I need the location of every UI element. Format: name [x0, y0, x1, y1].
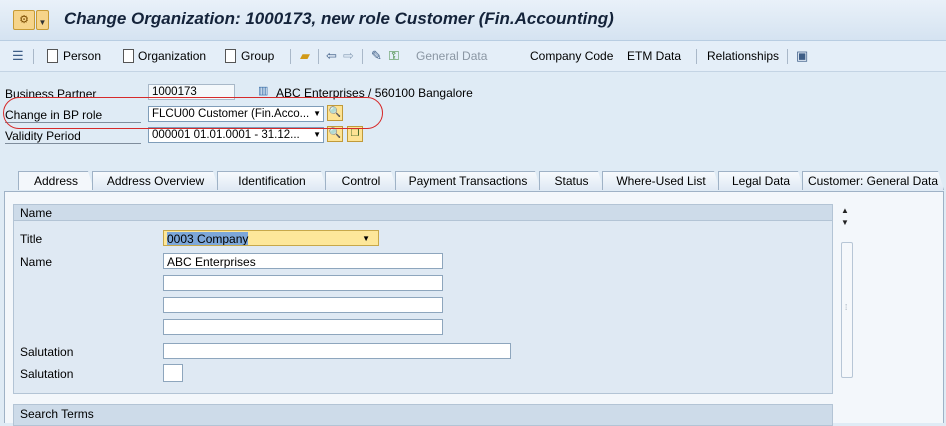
- tab-address[interactable]: Address: [18, 171, 94, 190]
- organization-button[interactable]: Organization: [138, 49, 206, 63]
- salutation-label-2: Salutation: [20, 367, 74, 381]
- role-search-icon[interactable]: 🔍: [327, 105, 343, 121]
- validity-search-icon[interactable]: 🔍: [327, 126, 343, 142]
- name-label: Name: [20, 255, 53, 269]
- scroll-grip-icon[interactable]: ⁞: [845, 303, 847, 312]
- bp-description: ABC Enterprises / 560100 Bangalore: [276, 86, 473, 100]
- tab-legal-data[interactable]: Legal Data: [718, 171, 804, 190]
- general-data-button[interactable]: General Data: [416, 49, 487, 63]
- toolbar-separator: [787, 49, 788, 64]
- organization-building-icon: ▥: [258, 85, 269, 97]
- bp-role-label: Change in BP role: [5, 108, 141, 123]
- back-arrow-icon[interactable]: ⇦: [326, 48, 337, 64]
- search-terms-group: Search Terms: [13, 404, 833, 426]
- sap-menu-icon[interactable]: ⚙: [13, 10, 35, 30]
- address-tab-panel: Name Title 0003 Company ▼ Name ABC Enter…: [4, 191, 944, 426]
- sap-menu-dropdown-icon[interactable]: ▼: [36, 10, 49, 30]
- chevron-down-icon: ▼: [313, 109, 321, 118]
- validity-period-dropdown[interactable]: 000001 01.01.0001 - 31.12... ▼: [148, 127, 324, 143]
- validity-copy-icon[interactable]: ❐: [347, 126, 363, 142]
- name-field-3[interactable]: [163, 297, 443, 313]
- tab-where-used-list[interactable]: Where-Used List: [602, 171, 720, 190]
- chevron-down-icon: ▼: [313, 130, 321, 139]
- title-value: 0003 Company: [167, 232, 249, 246]
- salutation-field-2[interactable]: [163, 364, 183, 382]
- name-field-4[interactable]: [163, 319, 443, 335]
- scroll-up-icon[interactable]: ▲: [841, 206, 849, 215]
- relationships-button[interactable]: Relationships: [707, 49, 779, 63]
- title-dropdown[interactable]: 0003 Company ▼: [163, 230, 379, 246]
- lock-icon[interactable]: ⚿: [389, 48, 399, 64]
- validity-period-value: 000001 01.01.0001 - 31.12...: [152, 129, 300, 141]
- vertical-scrollbar[interactable]: ▲ ▼ ⁞: [841, 206, 853, 378]
- title-bar: ⚙ ▼ Change Organization: 1000173, new ro…: [0, 0, 946, 41]
- bp-role-value: FLCU00 Customer (Fin.Acco...: [152, 108, 310, 120]
- person-button[interactable]: Person: [63, 49, 101, 63]
- search-terms-title: Search Terms: [20, 407, 94, 421]
- toolbar-separator: [696, 49, 697, 64]
- toolbar-separator: [362, 49, 363, 64]
- name-field-2[interactable]: [163, 275, 443, 291]
- scroll-down-icon[interactable]: ▼: [841, 218, 849, 227]
- toolbar-separator: [33, 49, 34, 64]
- display-change-icon[interactable]: ✎: [371, 48, 382, 64]
- person-doc-icon: [47, 49, 58, 63]
- forward-arrow-icon[interactable]: ⇨: [343, 48, 354, 64]
- name-group-title: Name: [14, 205, 832, 221]
- group-button[interactable]: Group: [241, 49, 274, 63]
- tab-address-overview[interactable]: Address Overview: [92, 171, 219, 190]
- tab-identification[interactable]: Identification: [217, 171, 327, 190]
- bp-number-field[interactable]: 1000173: [148, 84, 235, 100]
- window-title: Change Organization: 1000173, new role C…: [64, 9, 614, 28]
- group-doc-icon: [225, 49, 236, 63]
- salutation-label: Salutation: [20, 345, 74, 359]
- tab-customer-general-data[interactable]: Customer: General Data: [802, 171, 944, 190]
- bp-label: Business Partner: [5, 87, 97, 101]
- toolbar-separator: [290, 49, 291, 64]
- open-folder-icon[interactable]: ▰: [300, 48, 310, 64]
- overview-icon[interactable]: ☰: [12, 48, 24, 64]
- name-field-1[interactable]: ABC Enterprises: [163, 253, 443, 269]
- bp-role-dropdown[interactable]: FLCU00 Customer (Fin.Acco... ▼: [148, 106, 324, 122]
- chevron-down-icon: ▼: [362, 234, 370, 243]
- system-info-icon[interactable]: ▣: [796, 48, 808, 64]
- organization-doc-icon: [123, 49, 134, 63]
- tab-control[interactable]: Control: [325, 171, 397, 190]
- tab-payment-transactions[interactable]: Payment Transactions: [395, 171, 541, 190]
- company-code-button[interactable]: Company Code: [530, 49, 613, 63]
- etm-data-button[interactable]: ETM Data: [627, 49, 681, 63]
- application-toolbar: ☰ Person Organization Group ▰ ⇦ ⇨ ✎ ⚿ Ge…: [0, 41, 946, 72]
- name-group: Name Title 0003 Company ▼ Name ABC Enter…: [13, 204, 833, 394]
- salutation-field[interactable]: [163, 343, 511, 359]
- scroll-track[interactable]: ⁞: [841, 242, 853, 378]
- validity-period-label: Validity Period: [5, 129, 141, 144]
- title-label: Title: [20, 232, 43, 246]
- toolbar-separator: [318, 49, 319, 64]
- tab-status[interactable]: Status: [539, 171, 604, 190]
